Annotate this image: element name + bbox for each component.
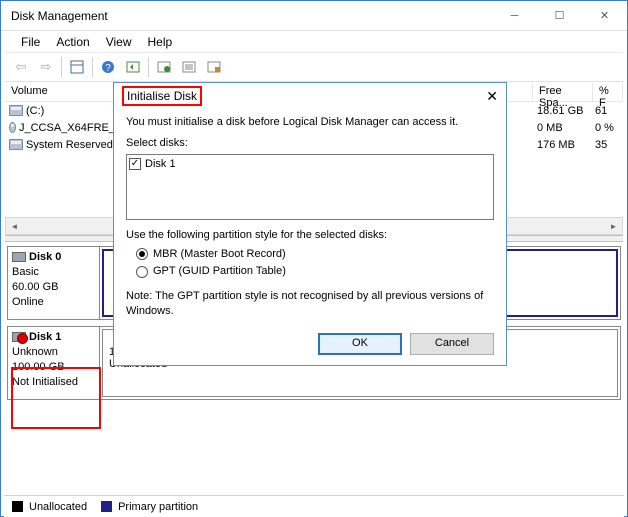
disc-icon (9, 122, 16, 133)
drive-icon (9, 105, 23, 116)
back-icon[interactable]: ⇦ (9, 55, 33, 79)
radio-icon[interactable] (136, 248, 148, 260)
scroll-left-icon[interactable]: ◄ (6, 218, 23, 234)
select-disks-label: Select disks: (126, 137, 188, 149)
forward-icon[interactable]: ⇨ (34, 55, 58, 79)
titlebar[interactable]: Disk Management ─ ☐ ✕ (1, 1, 627, 31)
drive-icon (9, 139, 23, 150)
dialog-title: Initialise Disk (122, 86, 202, 106)
help-icon[interactable]: ? (96, 55, 120, 79)
maximize-button[interactable]: ☐ (537, 1, 582, 30)
list-icon[interactable] (177, 55, 201, 79)
annotation-disk1 (11, 367, 101, 429)
disk-select-list[interactable]: Disk 1 (126, 154, 494, 220)
scroll-right-icon[interactable]: ► (605, 218, 622, 234)
minimize-button[interactable]: ─ (492, 1, 537, 30)
menu-view[interactable]: View (98, 33, 140, 51)
window-title: Disk Management (11, 9, 492, 23)
dialog-note: Note: The GPT partition style is not rec… (126, 289, 494, 319)
radio-icon[interactable] (136, 266, 148, 278)
partition-style-label: Use the following partition style for th… (126, 228, 494, 243)
content-area: Volume La Free Spa... % F (C:) 18.61 GB … (5, 82, 623, 494)
disk-select-item[interactable]: Disk 1 (129, 157, 491, 172)
menubar: File Action View Help (5, 31, 623, 53)
close-button[interactable]: ✕ (582, 1, 627, 30)
ok-button[interactable]: OK (318, 333, 402, 355)
dialog-message: You must initialise a disk before Logica… (126, 115, 494, 130)
radio-mbr[interactable]: MBR (Master Boot Record) (136, 247, 494, 262)
dialog-close-icon[interactable]: ✕ (486, 88, 498, 105)
col-volume[interactable]: Volume (5, 83, 115, 101)
toolbar: ⇦ ⇨ ? (5, 53, 623, 82)
col-free[interactable]: Free Spa... (533, 83, 593, 101)
disk0-label: Disk 0 Basic 60.00 GB Online (8, 247, 100, 319)
menu-action[interactable]: Action (48, 33, 97, 51)
primary-swatch (101, 501, 112, 512)
cancel-button[interactable]: Cancel (410, 333, 494, 355)
show-icon[interactable] (121, 55, 145, 79)
dialog-titlebar[interactable]: Initialise Disk ✕ (114, 83, 506, 109)
menu-file[interactable]: File (13, 33, 48, 51)
unallocated-swatch (12, 501, 23, 512)
grid-icon[interactable] (65, 55, 89, 79)
refresh-icon[interactable] (152, 55, 176, 79)
radio-gpt[interactable]: GPT (GUID Partition Table) (136, 264, 494, 279)
disk-error-icon (12, 332, 26, 342)
initialize-disk-dialog: Initialise Disk ✕ You must initialise a … (113, 82, 507, 366)
prop-icon[interactable] (202, 55, 226, 79)
checkbox-icon[interactable] (129, 158, 141, 170)
menu-help[interactable]: Help (140, 33, 181, 51)
legend: Unallocated Primary partition (4, 495, 624, 517)
svg-text:?: ? (105, 63, 111, 74)
col-pct[interactable]: % F (593, 83, 623, 101)
disk-icon (12, 252, 26, 262)
